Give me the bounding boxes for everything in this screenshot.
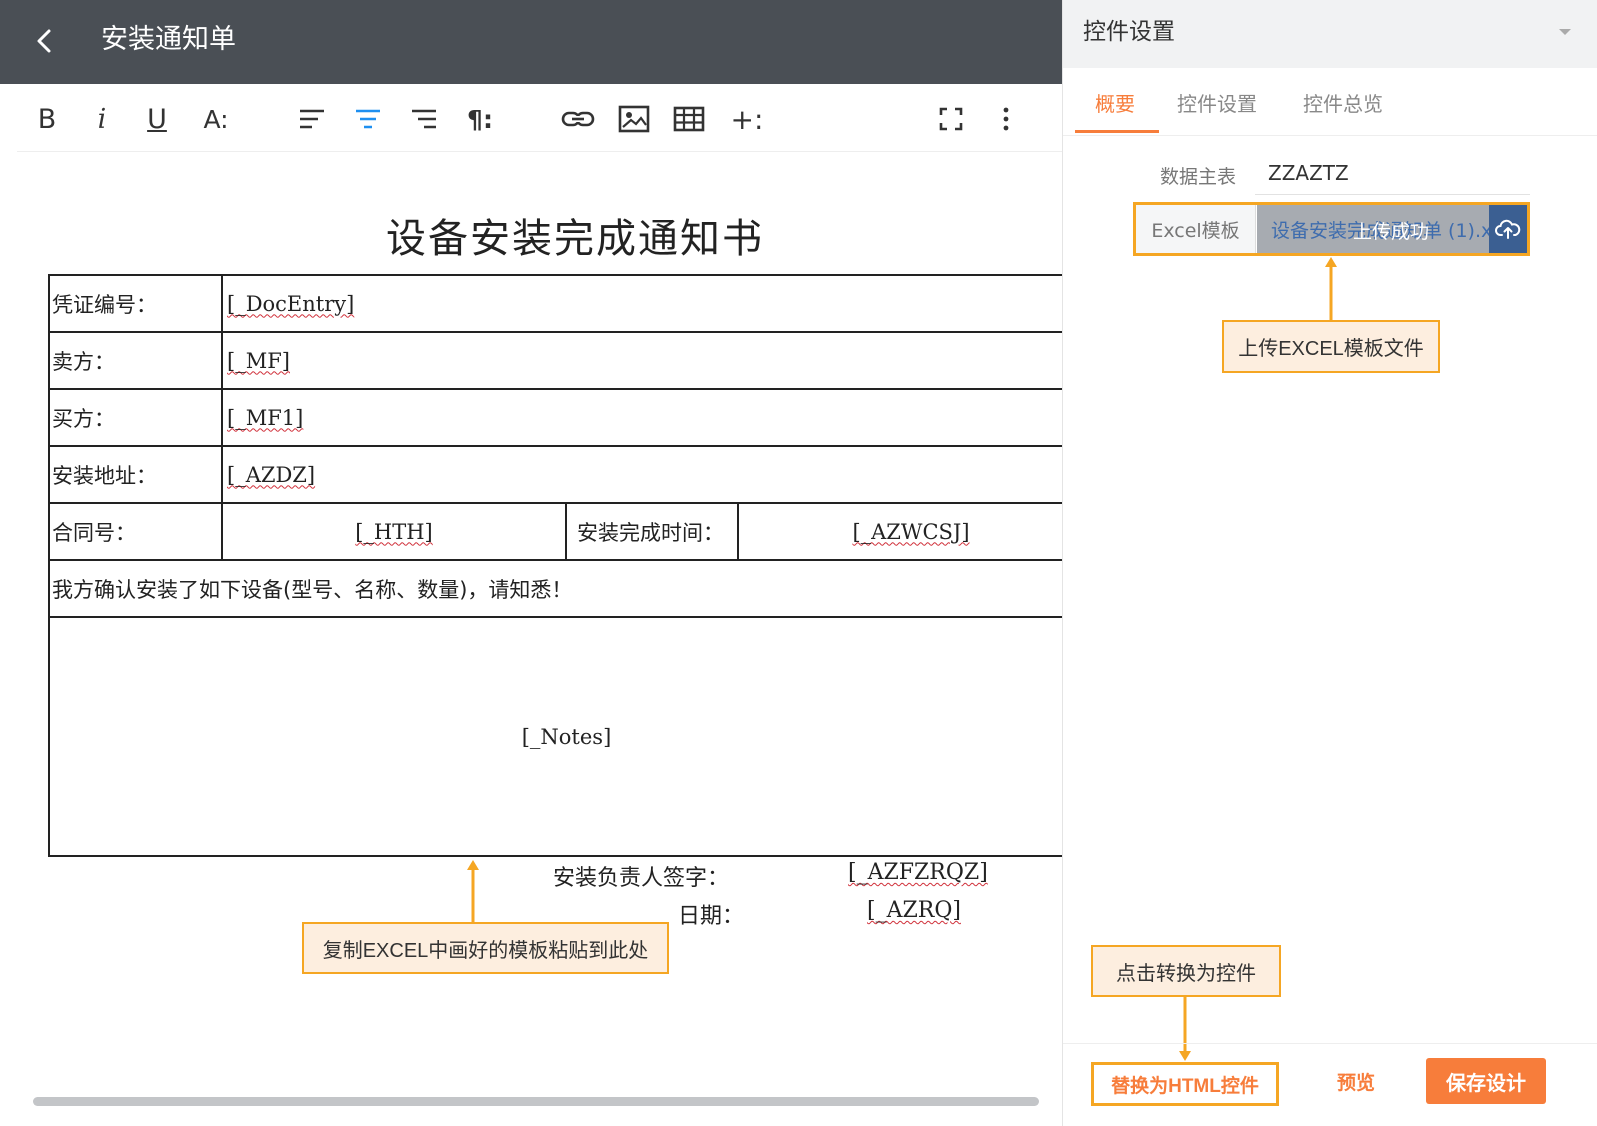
excel-template-field: Excel模板 设备安装完成通知单 (1).xlsx 上传成功 (1133, 202, 1530, 256)
editor-header: 安装通知单 (0, 0, 1083, 84)
completion-time-field: [_AZWCSJ] (852, 519, 970, 544)
fullscreen-icon[interactable] (931, 94, 971, 144)
row-label: 买方： (50, 390, 223, 445)
upload-success-toast: 上传成功 (1353, 221, 1430, 243)
bold-icon[interactable]: B (27, 94, 67, 144)
sign-field: [_AZFZRQZ] (848, 860, 988, 885)
document-table[interactable]: 凭证编号： [_DocEntry] 卖方： [_MF] 买方： [_MF1] 安… (48, 274, 1083, 857)
row-value: [_DocEntry] (223, 276, 354, 331)
table-row: [_Notes] (50, 618, 1083, 855)
upload-callout: 上传EXCEL模板文件 (1222, 320, 1440, 373)
sign-value: [_AZFZRQZ] (848, 860, 988, 885)
footer-divider (1063, 1043, 1597, 1044)
more-icon[interactable] (986, 94, 1026, 144)
italic-icon[interactable]: i (82, 94, 122, 144)
underline-label: U (147, 103, 167, 135)
align-left-icon[interactable] (292, 94, 332, 144)
paste-callout: 复制EXCEL中画好的模板粘贴到此处 (302, 922, 669, 974)
row-value: [_MF1] (223, 390, 303, 445)
address-field: [_AZDZ] (227, 462, 316, 487)
table-icon[interactable] (669, 94, 709, 144)
back-arrow-icon[interactable] (30, 26, 60, 56)
tab-overview[interactable]: 概要 (1095, 88, 1135, 117)
panel-header: 控件设置 (1063, 0, 1597, 68)
align-right-icon[interactable] (404, 94, 444, 144)
control-settings-panel: 控件设置 概要 控件设置 控件总览 数据主表 ZZAZTZ Excel模板 设备… (1062, 0, 1597, 1126)
panel-title: 控件设置 (1083, 19, 1175, 45)
date-label: 日期： (678, 904, 745, 929)
date-value: [_AZRQ] (867, 898, 961, 923)
panel-tabs: 概要 控件设置 控件总览 (1063, 68, 1597, 136)
contract-value: [_HTH] (223, 504, 567, 559)
align-center-icon[interactable] (348, 94, 388, 144)
table-row: 我方确认安装了如下设备(型号、名称、数量)，请知悉！ (50, 561, 1083, 618)
underline-icon[interactable]: U (137, 94, 177, 144)
table-row: 卖方： [_MF] (50, 333, 1083, 390)
italic-label: i (97, 103, 107, 135)
table-row: 买方： [_MF1] (50, 390, 1083, 447)
font-size-label: A: (203, 104, 229, 134)
save-design-button[interactable]: 保存设计 (1426, 1058, 1546, 1104)
seller-field: [_MF] (227, 348, 290, 373)
field-divider (1255, 194, 1530, 195)
tab-control-settings[interactable]: 控件设置 (1177, 88, 1257, 117)
table-row: 安装地址： [_AZDZ] (50, 447, 1083, 504)
image-icon[interactable] (614, 94, 654, 144)
horizontal-scrollbar[interactable] (33, 1097, 1039, 1106)
up-arrow-icon (1325, 257, 1337, 321)
preview-button[interactable]: 预览 (1329, 1066, 1383, 1096)
font-size-icon[interactable]: A: (193, 94, 239, 144)
table-row: 凭证编号： [_DocEntry] (50, 276, 1083, 333)
page-title: 安装通知单 (101, 24, 236, 55)
document-title: 设备安装完成通知书 (386, 216, 764, 262)
row-value: [_AZDZ] (223, 447, 315, 502)
row-label: 安装地址： (50, 447, 223, 502)
paragraph-icon[interactable]: ¶: (457, 94, 503, 144)
caret-down-icon[interactable] (1558, 27, 1572, 37)
replace-html-button[interactable]: 替换为HTML控件 (1091, 1062, 1279, 1106)
completion-time-label: 安装完成时间： (567, 504, 739, 559)
contract-label: 合同号： (50, 504, 223, 559)
table-row: 合同号： [_HTH] 安装完成时间： [_AZWCSJ] (50, 504, 1083, 561)
up-arrow-icon (467, 860, 479, 924)
convert-callout: 点击转换为控件 (1091, 945, 1281, 997)
tab-control-overview[interactable]: 控件总览 (1303, 88, 1383, 117)
upload-cloud-icon[interactable] (1489, 205, 1527, 253)
insert-icon[interactable]: +: (724, 94, 770, 144)
row-label: 卖方： (50, 333, 223, 388)
link-icon[interactable] (558, 94, 598, 144)
active-tab-indicator (1075, 130, 1159, 133)
excel-template-label: Excel模板 (1136, 205, 1256, 253)
insert-label: +: (730, 102, 764, 136)
completion-time-value: [_AZWCSJ] (739, 504, 1083, 559)
notes-field: [_Notes] (521, 724, 612, 749)
buyer-field: [_MF1] (227, 405, 304, 430)
row-label: 凭证编号： (50, 276, 223, 331)
down-arrow-icon (1179, 997, 1191, 1061)
doc-entry-field: [_DocEntry] (227, 291, 355, 316)
editor-toolbar: B i U A: ¶: +: (17, 94, 1083, 152)
sign-label: 安装负责人签字： (553, 866, 730, 891)
excel-file-name[interactable]: 设备安装完成通知单 (1).xlsx 上传成功 (1257, 205, 1489, 253)
bold-label: B (37, 103, 57, 135)
contract-field: [_HTH] (355, 519, 433, 544)
row-value: [_MF] (223, 333, 290, 388)
data-table-value[interactable]: ZZAZTZ (1268, 161, 1349, 185)
paragraph-label: ¶: (467, 104, 493, 134)
data-table-label: 数据主表 (1160, 166, 1237, 188)
confirm-text: 我方确认安装了如下设备(型号、名称、数量)，请知悉！ (52, 577, 573, 602)
date-field: [_AZRQ] (867, 898, 961, 923)
